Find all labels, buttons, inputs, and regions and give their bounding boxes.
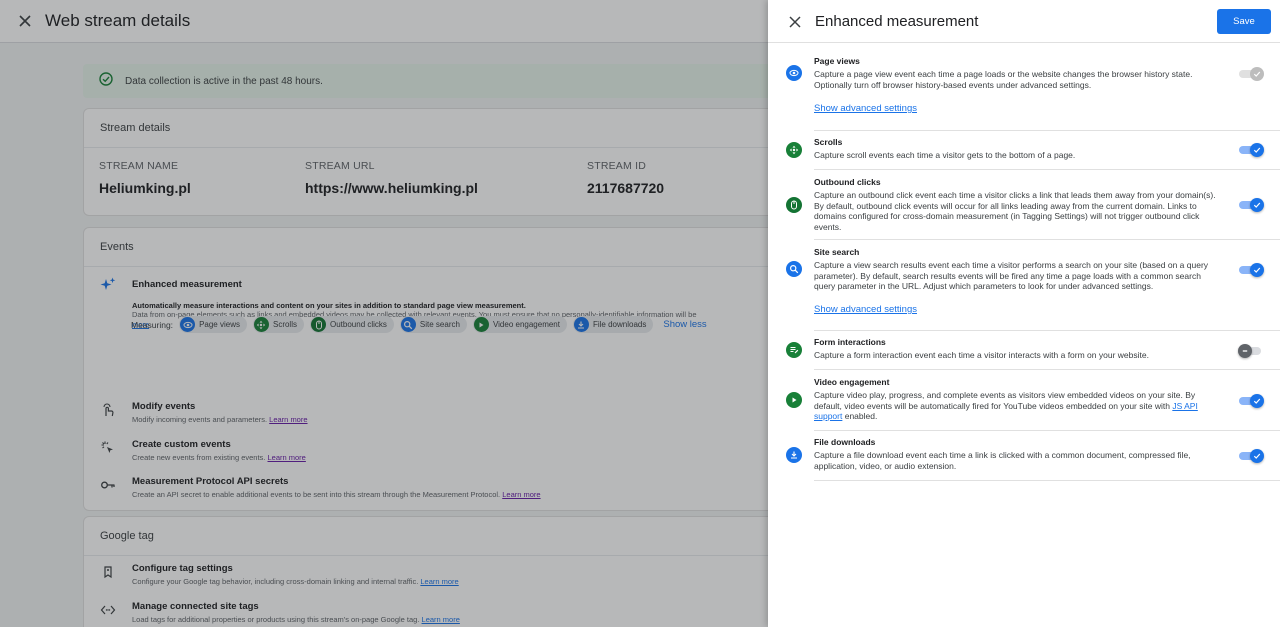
- site-search-toggle[interactable]: [1238, 262, 1264, 277]
- save-button[interactable]: Save: [1217, 9, 1271, 34]
- setting-outbound-clicks: Outbound clicks Capture an outbound clic…: [786, 177, 1280, 240]
- check-icon: [1250, 394, 1264, 408]
- play-icon: [786, 392, 802, 408]
- check-icon: [1250, 263, 1264, 277]
- panel-title: Enhanced measurement: [815, 12, 979, 30]
- setting-form-interactions: Form interactions Capture a form interac…: [786, 337, 1280, 370]
- form-icon: [786, 342, 802, 358]
- setting-video-engagement: Video engagement Capture video play, pro…: [786, 377, 1280, 431]
- video-engagement-desc-end: enabled.: [842, 411, 878, 421]
- site-search-advanced-link[interactable]: Show advanced settings: [814, 304, 917, 315]
- check-icon: [1250, 67, 1264, 81]
- video-engagement-desc: Capture video play, progress, and comple…: [814, 390, 1220, 422]
- video-engagement-title: Video engagement: [814, 377, 890, 387]
- form-interactions-title: Form interactions: [814, 337, 886, 347]
- setting-file-downloads: File downloads Capture a file download e…: [786, 437, 1280, 481]
- panel-header: Enhanced measurement Save: [768, 0, 1280, 43]
- page-views-desc: Capture a page view event each time a pa…: [814, 69, 1193, 90]
- outbound-clicks-desc: Capture an outbound click event each tim…: [814, 190, 1216, 232]
- setting-scrolls: Scrolls Capture scroll events each time …: [786, 137, 1280, 170]
- search-icon: [786, 261, 802, 277]
- file-downloads-title: File downloads: [814, 437, 876, 447]
- minus-icon: [1238, 344, 1252, 358]
- check-icon: [1250, 143, 1264, 157]
- page-views-advanced-link[interactable]: Show advanced settings: [814, 103, 917, 114]
- page-views-toggle[interactable]: [1238, 66, 1264, 81]
- scrolls-toggle[interactable]: [1238, 142, 1264, 157]
- close-icon[interactable]: [789, 15, 801, 28]
- download-icon: [786, 447, 802, 463]
- mouse-icon: [786, 197, 802, 213]
- form-interactions-toggle[interactable]: [1238, 343, 1264, 358]
- outbound-clicks-title: Outbound clicks: [814, 177, 881, 187]
- form-interactions-desc: Capture a form interaction event each ti…: [814, 350, 1149, 360]
- page-views-title: Page views: [814, 56, 860, 66]
- file-downloads-toggle[interactable]: [1238, 448, 1264, 463]
- check-icon: [1250, 449, 1264, 463]
- file-downloads-desc: Capture a file download event each time …: [814, 450, 1191, 471]
- eye-icon: [786, 65, 802, 81]
- scrolls-desc: Capture scroll events each time a visito…: [814, 150, 1076, 160]
- outbound-clicks-toggle[interactable]: [1238, 197, 1264, 212]
- check-icon: [1250, 198, 1264, 212]
- site-search-desc: Capture a view search results event each…: [814, 260, 1209, 291]
- video-engagement-desc-text: Capture video play, progress, and comple…: [814, 390, 1196, 411]
- scrolls-title: Scrolls: [814, 137, 843, 147]
- video-engagement-toggle[interactable]: [1238, 393, 1264, 408]
- site-search-title: Site search: [814, 247, 860, 257]
- setting-page-views: Page views Capture a page view event eac…: [786, 56, 1280, 131]
- enhanced-measurement-panel: Enhanced measurement Save Page views Cap…: [768, 0, 1280, 627]
- setting-site-search: Site search Capture a view search result…: [786, 247, 1280, 331]
- scroll-icon: [786, 142, 802, 158]
- modal-scrim[interactable]: [0, 0, 768, 627]
